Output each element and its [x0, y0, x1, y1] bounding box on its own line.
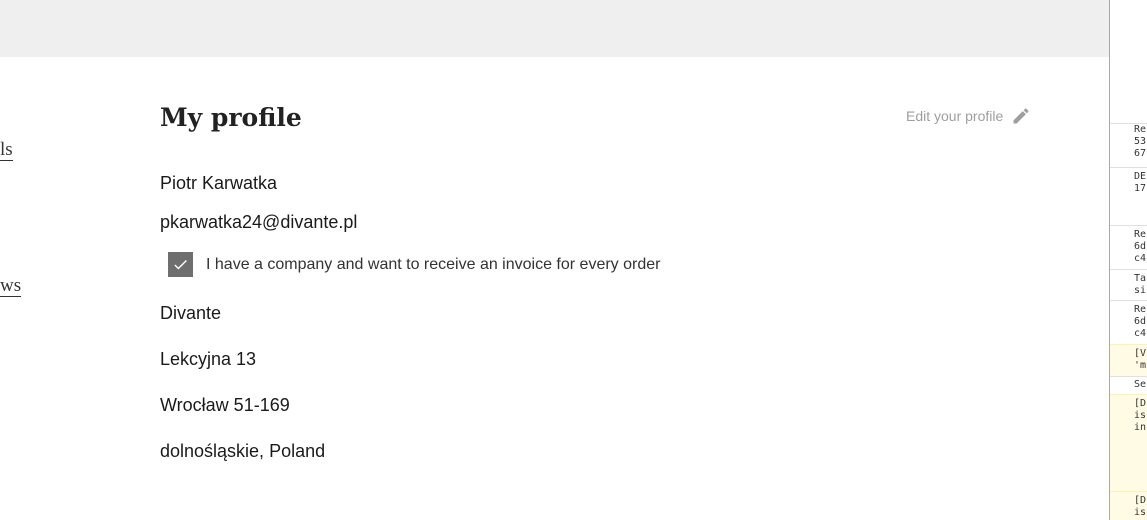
console-warning-entry: [V 'm [1110, 344, 1147, 376]
console-entry: Se [1110, 376, 1147, 394]
profile-name: Piotr Karwatka [160, 173, 278, 193]
sidebar-link-partial-2[interactable]: ws [0, 276, 22, 297]
edit-profile-button[interactable]: Edit your profile [906, 104, 1031, 128]
profile-region-country: dolnośląskie, Poland [160, 441, 326, 461]
company-checkbox[interactable] [168, 252, 193, 277]
console-entry: Re 53 67 [1110, 123, 1147, 167]
console-entry: Ta si [1110, 269, 1147, 300]
console-entry: DE 17 [1110, 167, 1147, 225]
company-invoice-option[interactable]: I have a company and want to receive an … [168, 252, 660, 277]
checkmark-icon [174, 259, 187, 270]
top-header-bar [0, 0, 1109, 57]
devtools-console-panel: Re 53 67 DE 17 Re 6d c4 Ta si Re 6d c4 [… [1109, 0, 1147, 520]
pencil-icon [1013, 108, 1029, 124]
console-entry: Re 6d c4 [1110, 300, 1147, 344]
console-entry: Re 6d c4 [1110, 225, 1147, 269]
console-warning-entry: [D is [1110, 491, 1147, 520]
profile-street: Lekcyjna 13 [160, 349, 257, 369]
company-checkbox-label: I have a company and want to receive an … [206, 255, 661, 273]
edit-profile-label: Edit your profile [906, 108, 1004, 124]
page-title: My profile [160, 103, 302, 132]
profile-email: pkarwatka24@divante.pl [160, 212, 358, 232]
profile-company: Divante [160, 303, 222, 323]
sidebar-link-partial-1[interactable]: ls [0, 140, 13, 161]
console-warning-entry: [D is in [1110, 394, 1147, 491]
profile-city-zip: Wrocław 51-169 [160, 395, 290, 415]
